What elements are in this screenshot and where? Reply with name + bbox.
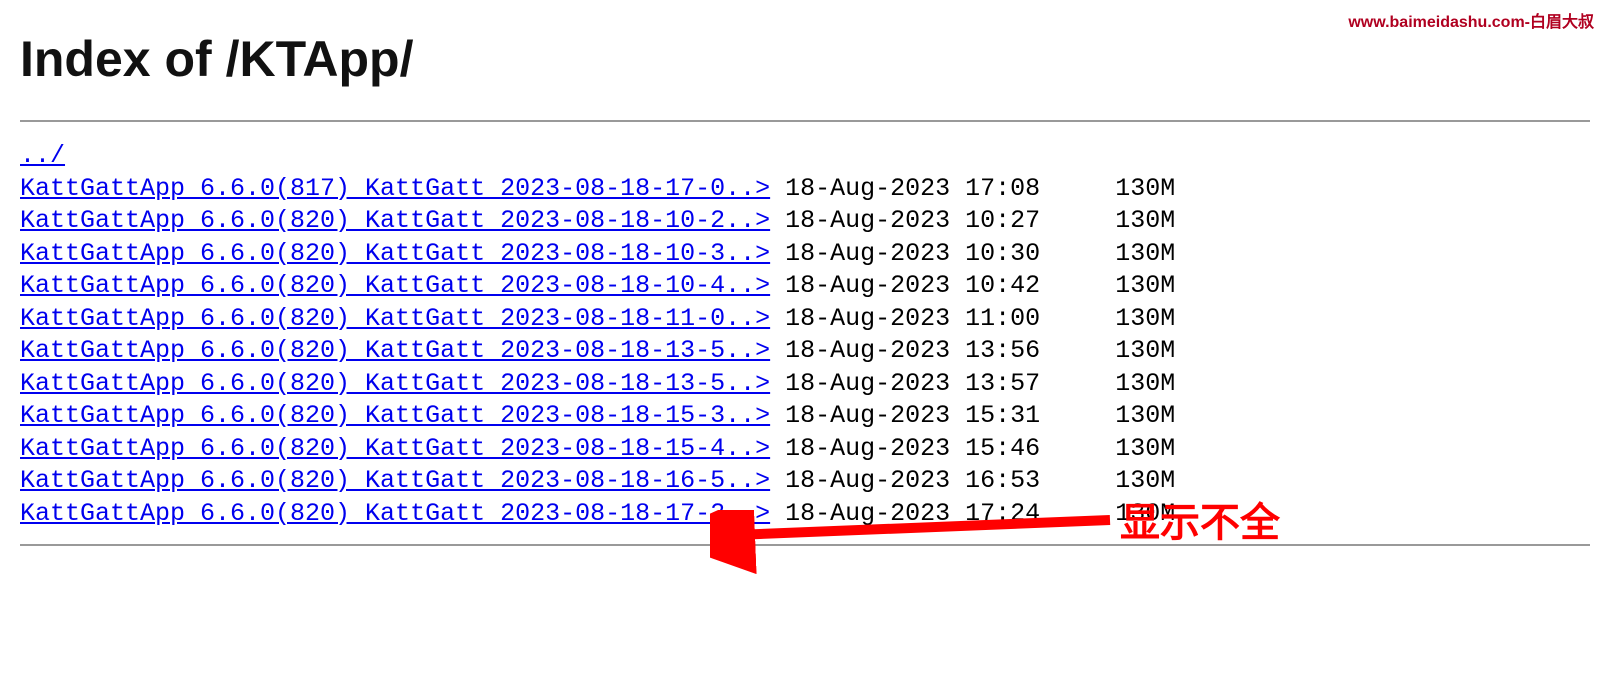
file-date: 18-Aug-2023 10:30 (785, 239, 1040, 268)
annotation-label: 显示不全 (1120, 490, 1280, 548)
file-date: 18-Aug-2023 10:42 (785, 271, 1040, 300)
file-link[interactable]: KattGattApp 6.6.0(820) KattGatt 2023-08-… (20, 466, 770, 495)
file-date: 18-Aug-2023 13:57 (785, 369, 1040, 398)
file-size: 130M (1115, 239, 1175, 268)
file-date: 18-Aug-2023 10:27 (785, 206, 1040, 235)
file-link[interactable]: KattGattApp 6.6.0(820) KattGatt 2023-08-… (20, 304, 770, 333)
file-date: 18-Aug-2023 15:31 (785, 401, 1040, 430)
file-size: 130M (1115, 206, 1175, 235)
divider-top (20, 120, 1590, 122)
divider-bottom (20, 544, 1590, 546)
file-size: 130M (1115, 401, 1175, 430)
file-link[interactable]: KattGattApp 6.6.0(820) KattGatt 2023-08-… (20, 401, 770, 430)
file-link[interactable]: KattGattApp 6.6.0(820) KattGatt 2023-08-… (20, 206, 770, 235)
file-size: 130M (1115, 369, 1175, 398)
file-date: 18-Aug-2023 11:00 (785, 304, 1040, 333)
file-size: 130M (1115, 434, 1175, 463)
file-link[interactable]: KattGattApp 6.6.0(820) KattGatt 2023-08-… (20, 271, 770, 300)
file-date: 18-Aug-2023 17:08 (785, 174, 1040, 203)
file-link[interactable]: KattGattApp 6.6.0(820) KattGatt 2023-08-… (20, 239, 770, 268)
file-size: 130M (1115, 304, 1175, 333)
file-date: 18-Aug-2023 15:46 (785, 434, 1040, 463)
file-date: 18-Aug-2023 17:24 (785, 499, 1040, 528)
file-link[interactable]: KattGattApp 6.6.0(820) KattGatt 2023-08-… (20, 369, 770, 398)
directory-listing: ../ KattGattApp 6.6.0(817) KattGatt 2023… (0, 134, 1610, 536)
file-size: 130M (1115, 336, 1175, 365)
parent-dir-link[interactable]: ../ (20, 141, 65, 170)
file-link[interactable]: KattGattApp 6.6.0(820) KattGatt 2023-08-… (20, 499, 770, 528)
file-date: 18-Aug-2023 16:53 (785, 466, 1040, 495)
watermark: www.baimeidashu.com-白眉大叔 (1348, 8, 1594, 32)
file-date: 18-Aug-2023 13:56 (785, 336, 1040, 365)
file-link[interactable]: KattGattApp 6.6.0(817) KattGatt 2023-08-… (20, 174, 770, 203)
file-size: 130M (1115, 271, 1175, 300)
file-link[interactable]: KattGattApp 6.6.0(820) KattGatt 2023-08-… (20, 434, 770, 463)
file-link[interactable]: KattGattApp 6.6.0(820) KattGatt 2023-08-… (20, 336, 770, 365)
file-size: 130M (1115, 174, 1175, 203)
